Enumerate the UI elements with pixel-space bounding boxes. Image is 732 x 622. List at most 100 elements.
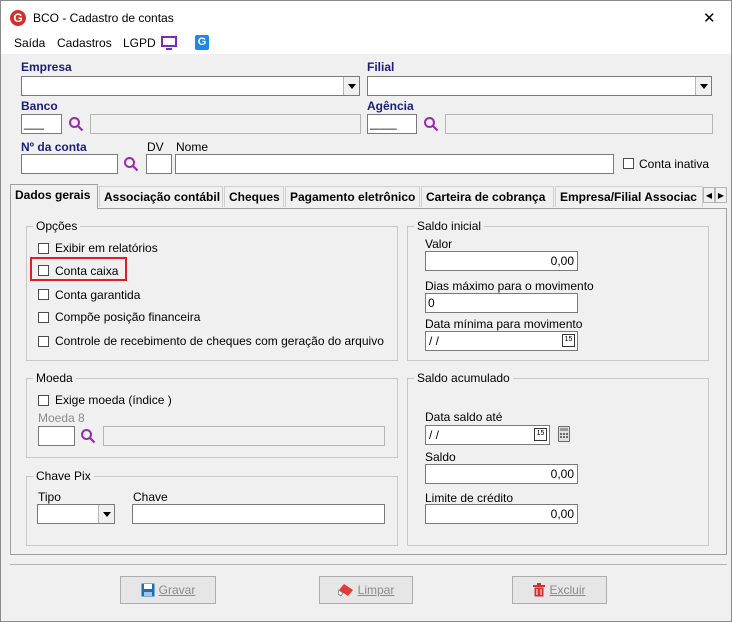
chevron-down-icon bbox=[347, 83, 356, 89]
filial-label: Filial bbox=[367, 60, 395, 74]
compoe-posicao-label: Compõe posição financeira bbox=[55, 310, 201, 324]
valor-label: Valor bbox=[425, 237, 453, 251]
opcoes-group-title: Opções bbox=[33, 219, 81, 233]
saldo-label: Saldo bbox=[425, 450, 456, 464]
nome-input[interactable] bbox=[175, 154, 614, 174]
compoe-posicao-checkbox[interactable] bbox=[38, 312, 49, 323]
conta-caixa-label: Conta caixa bbox=[55, 264, 119, 278]
moeda-search-icon[interactable] bbox=[80, 428, 96, 444]
dias-maximo-value: 0 bbox=[428, 296, 435, 310]
close-icon[interactable]: ✕ bbox=[703, 9, 716, 27]
tab-cheques[interactable]: Cheques bbox=[224, 186, 284, 207]
calendar-icon[interactable]: 15 bbox=[562, 334, 575, 347]
controle-cheques-label: Controle de recebimento de cheques com g… bbox=[55, 334, 384, 348]
tab-scroll-left-icon[interactable]: ◀ bbox=[703, 187, 715, 203]
banco-description bbox=[90, 114, 361, 134]
menu-item-cadastros[interactable]: Cadastros bbox=[57, 36, 112, 50]
title-bar: G BCO - Cadastro de contas ✕ bbox=[1, 1, 731, 34]
banco-value: ___ bbox=[24, 116, 45, 130]
dias-maximo-input[interactable]: 0 bbox=[425, 293, 578, 313]
conta-input[interactable] bbox=[21, 154, 118, 174]
tab-carteira-cobranca[interactable]: Carteira de cobrança bbox=[421, 186, 554, 207]
tab-pagamento-eletronico[interactable]: Pagamento eletrônico bbox=[285, 186, 420, 207]
conta-label: Nº da conta bbox=[21, 140, 87, 154]
limpar-button[interactable]: Limpar bbox=[319, 576, 413, 604]
agencia-description bbox=[445, 114, 713, 134]
menu-item-lgpd[interactable]: LGPD bbox=[123, 36, 156, 50]
chevron-down-icon bbox=[102, 511, 111, 517]
moeda-input[interactable] bbox=[38, 426, 75, 446]
tipo-combo[interactable] bbox=[37, 504, 115, 524]
tab-dados-gerais[interactable]: Dados gerais bbox=[10, 184, 98, 209]
dv-input[interactable] bbox=[146, 154, 172, 174]
tipo-dropdown-button[interactable] bbox=[98, 505, 114, 523]
conta-inativa-checkbox[interactable] bbox=[623, 158, 634, 169]
eraser-icon bbox=[337, 584, 353, 597]
data-saldo-label: Data saldo até bbox=[425, 410, 503, 424]
empresa-dropdown-button[interactable] bbox=[343, 77, 359, 95]
exige-moeda-checkbox[interactable] bbox=[38, 395, 49, 406]
gravar-button[interactable]: Gravar bbox=[120, 576, 216, 604]
limpar-label: Limpar bbox=[357, 583, 395, 597]
agencia-label: Agência bbox=[367, 99, 414, 113]
window-title: BCO - Cadastro de contas bbox=[33, 11, 174, 25]
saldo-inicial-group-title: Saldo inicial bbox=[414, 219, 485, 233]
conta-garantida-checkbox[interactable] bbox=[38, 289, 49, 300]
limite-credito-input[interactable]: 0,00 bbox=[425, 504, 578, 524]
controle-cheques-checkbox[interactable] bbox=[38, 336, 49, 347]
g-logo-icon[interactable]: G bbox=[195, 35, 209, 50]
app-logo-icon: G bbox=[10, 10, 26, 26]
data-saldo-value: / / bbox=[429, 428, 440, 442]
data-minima-label: Data mínima para movimento bbox=[425, 317, 583, 331]
tab-scroll-right-icon[interactable]: ▶ bbox=[715, 187, 727, 203]
calculator-icon[interactable] bbox=[558, 426, 570, 442]
bottom-divider bbox=[10, 564, 727, 565]
banco-search-icon[interactable] bbox=[68, 116, 84, 132]
gravar-label: Gravar bbox=[158, 583, 196, 597]
save-icon bbox=[141, 583, 155, 597]
conta-caixa-checkbox[interactable] bbox=[38, 265, 49, 276]
menu-item-saida[interactable]: Saída bbox=[14, 36, 45, 50]
chave-input[interactable] bbox=[132, 504, 385, 524]
agencia-value: ____ bbox=[370, 116, 397, 130]
moeda-description bbox=[103, 426, 385, 446]
saldo-input[interactable]: 0,00 bbox=[425, 464, 578, 484]
agencia-input[interactable]: ____ bbox=[367, 114, 417, 134]
filial-combo[interactable] bbox=[367, 76, 712, 96]
main-window: G BCO - Cadastro de contas ✕ Saída Cadas… bbox=[0, 0, 732, 622]
exibir-relatorios-checkbox[interactable] bbox=[38, 243, 49, 254]
moeda-group-title: Moeda bbox=[33, 371, 76, 385]
banco-label: Banco bbox=[21, 99, 58, 113]
conta-inativa-label: Conta inativa bbox=[639, 157, 710, 171]
valor-input[interactable]: 0,00 bbox=[425, 251, 578, 271]
nome-label: Nome bbox=[176, 140, 209, 154]
chevron-down-icon bbox=[699, 83, 708, 89]
exibir-relatorios-label: Exibir em relatórios bbox=[55, 241, 158, 255]
moeda-label: Moeda 8 bbox=[38, 411, 85, 425]
excluir-label: Excluir bbox=[549, 583, 586, 597]
filial-dropdown-button[interactable] bbox=[695, 77, 711, 95]
tab-associacao-contabil[interactable]: Associação contábil bbox=[99, 186, 223, 207]
trash-icon bbox=[533, 583, 546, 597]
calendar-icon[interactable]: 15 bbox=[534, 428, 547, 441]
banco-input[interactable]: ___ bbox=[21, 114, 62, 134]
agencia-search-icon[interactable] bbox=[423, 116, 439, 132]
saldo-acumulado-group-title: Saldo acumulado bbox=[414, 371, 513, 385]
valor-value: 0,00 bbox=[550, 254, 574, 268]
data-saldo-input[interactable]: / / 15 bbox=[425, 425, 550, 445]
chave-label: Chave bbox=[133, 490, 168, 504]
data-minima-value: / / bbox=[429, 334, 440, 348]
tab-empresa-filial[interactable]: Empresa/Filial Associac bbox=[555, 186, 703, 207]
dv-label: DV bbox=[147, 140, 164, 154]
limite-credito-label: Limite de crédito bbox=[425, 491, 514, 505]
empresa-label: Empresa bbox=[21, 60, 72, 74]
monitor-icon[interactable] bbox=[161, 35, 177, 51]
data-minima-input[interactable]: / / 15 bbox=[425, 331, 578, 351]
conta-search-icon[interactable] bbox=[123, 156, 139, 172]
exige-moeda-label: Exige moeda (índice ) bbox=[55, 393, 172, 407]
excluir-button[interactable]: Excluir bbox=[512, 576, 607, 604]
conta-garantida-label: Conta garantida bbox=[55, 288, 141, 302]
menu-bar: Saída Cadastros LGPD G bbox=[1, 34, 731, 54]
empresa-combo[interactable] bbox=[21, 76, 360, 96]
chave-pix-group-title: Chave Pix bbox=[33, 469, 94, 483]
